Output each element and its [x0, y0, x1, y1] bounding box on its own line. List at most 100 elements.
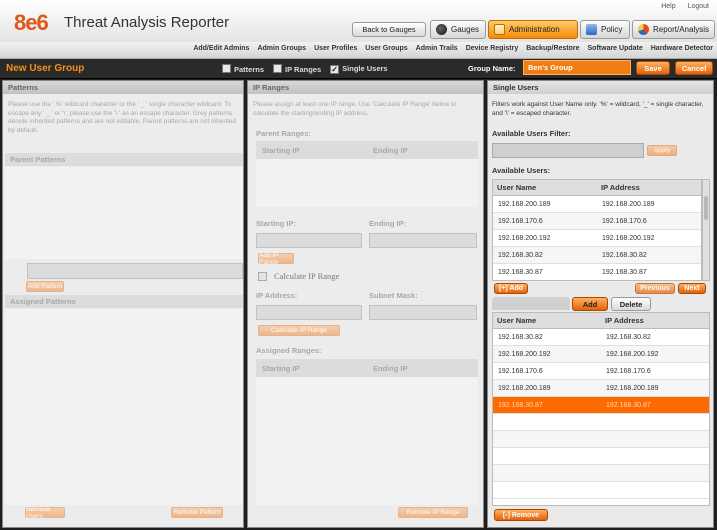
starting-ip-input[interactable]	[256, 233, 362, 248]
group-name-label: Group Name:	[468, 64, 516, 73]
blank-tab	[492, 297, 570, 310]
assigned-row[interactable]: 192.168.30.82 192.168.30.82	[493, 329, 709, 346]
help-link[interactable]: Help	[661, 3, 675, 10]
parent-col-start: Starting IP	[262, 145, 300, 155]
submenu-user-profiles[interactable]: User Profiles	[314, 45, 357, 52]
assigned-row-empty	[493, 482, 709, 499]
parent-ranges-label: Parent Ranges:	[256, 129, 312, 138]
tab-delete[interactable]: Delete	[611, 297, 651, 311]
pattern-input[interactable]	[27, 263, 243, 279]
parent-patterns-list	[5, 167, 243, 259]
submenu-device-registry[interactable]: Device Registry	[466, 45, 519, 52]
parent-patterns-header: Parent Patterns	[5, 153, 243, 166]
submenu-hardware-detector[interactable]: Hardware Detector	[651, 45, 713, 52]
single-users-checkbox[interactable]: ✓	[330, 65, 340, 74]
subnet-mask-input[interactable]	[369, 305, 477, 320]
remove-ip-range-button[interactable]: Remove IP Range	[398, 507, 468, 518]
assigned-user-ip: 192.168.30.87	[606, 401, 651, 409]
submenu-user-groups[interactable]: User Groups	[365, 45, 407, 52]
logout-link[interactable]: Logout	[688, 3, 709, 10]
submenu-software-update[interactable]: Software Update	[588, 45, 643, 52]
available-user-ip: 192.168.200.192	[602, 234, 655, 242]
tab-administration-label: Administration	[509, 25, 560, 34]
apply-filter-button[interactable]: Apply	[647, 145, 677, 156]
submenu-admin-groups[interactable]: Admin Groups	[257, 45, 306, 52]
patterns-description: Please use the ' %' wildcard character o…	[8, 101, 237, 134]
assigned-ranges-header: Starting IP Ending IP	[256, 359, 478, 377]
back-to-gauges-button[interactable]: Back to Gauges	[352, 22, 426, 37]
policy-icon	[586, 24, 597, 35]
ip-ranges-checkbox[interactable]	[273, 64, 283, 73]
available-row[interactable]: 192.168.170.6 192.168.170.6	[493, 213, 701, 230]
app-title: Threat Analysis Reporter	[64, 14, 230, 31]
tab-add[interactable]: Add	[572, 297, 608, 311]
available-user-name: 192.168.30.87	[498, 268, 543, 276]
patterns-checkbox[interactable]	[222, 64, 231, 73]
available-row[interactable]: 192.168.30.87 192.168.30.87	[493, 264, 701, 280]
tab-gauges-label: Gauges	[451, 25, 480, 34]
patterns-toggle[interactable]: Patterns	[222, 64, 264, 74]
single-users-toggle[interactable]: ✓ Single Users	[330, 64, 388, 74]
remove-pattern-button[interactable]: Remove Pattern	[171, 507, 223, 518]
assigned-ranges-list	[256, 377, 478, 505]
ip-ranges-toggle[interactable]: IP Ranges	[273, 64, 321, 74]
add-ip-range-button[interactable]: Add IP Range	[258, 252, 294, 266]
submenu-add-edit-admins[interactable]: Add/Edit Admins	[193, 45, 249, 52]
ip-ranges-description: Please assign at least one IP range. Use…	[253, 101, 457, 117]
available-user-name: 192.168.30.82	[498, 251, 543, 259]
submenu-backup-restore[interactable]: Backup/Restore	[526, 45, 579, 52]
assigned-row-selected[interactable]: 192.168.30.87 192.168.30.87	[493, 397, 709, 414]
assigned-col-ip: IP Address	[605, 316, 644, 325]
calculate-ip-range-checkbox[interactable]	[258, 271, 267, 281]
ip-address-input[interactable]	[256, 305, 362, 320]
tab-policy[interactable]: Policy	[580, 20, 630, 39]
tab-report-analysis[interactable]: Report/Analysis	[632, 20, 715, 39]
remove-users-button[interactable]: Remove Users	[25, 506, 65, 520]
assigned-user-name: 192.168.30.87	[498, 401, 543, 409]
available-users-table: User Name IP Address 192.168.200.189 192.…	[492, 179, 702, 281]
assigned-user-ip: 192.168.30.82	[606, 333, 651, 341]
cancel-button[interactable]: Cancel	[675, 61, 713, 75]
scrollbar-thumb[interactable]	[704, 196, 708, 220]
add-user-button[interactable]: [+] Add	[494, 283, 528, 294]
available-row[interactable]: 192.168.30.82 192.168.30.82	[493, 247, 701, 264]
assigned-row[interactable]: 192.168.170.6 192.168.170.6	[493, 363, 709, 380]
tab-administration[interactable]: Administration	[488, 20, 578, 39]
assigned-user-ip: 192.168.170.6	[606, 367, 651, 375]
available-users-filter-input[interactable]	[492, 143, 644, 158]
ip-ranges-toggle-label: IP Ranges	[285, 65, 322, 74]
available-users-label: Available Users:	[492, 166, 551, 175]
assigned-user-name: 192.168.170.6	[498, 367, 543, 375]
available-user-ip: 192.168.200.189	[602, 200, 655, 208]
calculate-ip-range-label: Calculate IP Range	[274, 271, 340, 281]
calculate-ip-range-toggle[interactable]: Calculate IP Range	[258, 271, 339, 281]
available-user-name: 192.168.200.189	[498, 200, 551, 208]
app-logo: 8e6	[14, 10, 49, 35]
assigned-patterns-header: Assigned Patterns	[5, 295, 243, 308]
available-row[interactable]: 192.168.200.189 192.168.200.189	[493, 196, 701, 213]
submenu-admin-trails[interactable]: Admin Trails	[416, 45, 458, 52]
remove-user-button[interactable]: [-] Remove	[494, 509, 548, 521]
assigned-row-empty	[493, 465, 709, 482]
add-pattern-button[interactable]: Add Pattern	[26, 281, 64, 292]
available-user-name: 192.168.170.6	[498, 217, 543, 225]
next-page-button[interactable]: Next	[678, 283, 706, 294]
assigned-col-end: Ending IP	[373, 363, 408, 373]
save-button[interactable]: Save	[636, 61, 670, 75]
available-row[interactable]: 192.168.200.192 192.168.200.192	[493, 230, 701, 247]
assigned-patterns-list	[5, 309, 243, 505]
assigned-row[interactable]: 192.168.200.189 192.168.200.189	[493, 380, 709, 397]
calculate-ip-range-button[interactable]: Calculate IP Range	[258, 325, 340, 336]
page-title: New User Group	[6, 63, 85, 74]
ending-ip-input[interactable]	[369, 233, 477, 248]
assigned-row[interactable]: 192.168.200.192 192.168.200.192	[493, 346, 709, 363]
assigned-ranges-label: Assigned Ranges:	[256, 346, 322, 355]
tab-gauges[interactable]: Gauges	[430, 20, 486, 39]
previous-page-button[interactable]: Previous	[635, 283, 675, 294]
group-name-input[interactable]: Ben's Group	[523, 60, 631, 75]
patterns-toggle-label: Patterns	[234, 65, 265, 74]
help-links: Help Logout	[651, 3, 709, 10]
assigned-user-ip: 192.168.200.192	[606, 350, 659, 358]
parent-ranges-list	[256, 159, 478, 207]
available-users-scrollbar[interactable]	[702, 179, 710, 281]
